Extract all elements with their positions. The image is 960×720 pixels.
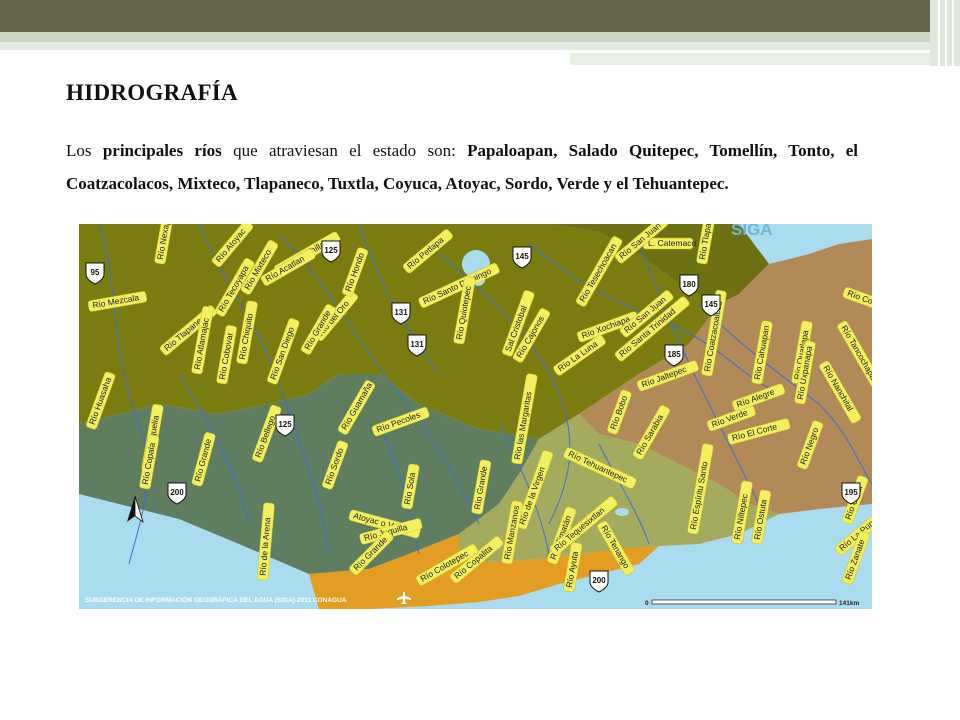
highway-shield-number: 125 (324, 246, 338, 255)
highway-shield-number: 195 (844, 488, 858, 497)
highway-shield-number: 185 (667, 350, 681, 359)
scale-bar (651, 599, 837, 605)
highway-shield-number: 95 (91, 268, 100, 277)
highway-shield-number: 145 (704, 300, 718, 309)
scale-start: 0 (645, 600, 649, 607)
map-credit: SUBGERENCIA DE INFORMACIÓN GEOGRÁFICA DE… (85, 595, 347, 604)
siga-watermark: SIGA (731, 224, 773, 239)
highway-shield-number: 200 (592, 576, 606, 585)
header-band-dark (0, 0, 960, 32)
highway-shield-number: 131 (410, 340, 424, 349)
lagoon (615, 508, 629, 516)
header-corner-stripes (930, 0, 960, 66)
highway-shield-number: 200 (170, 488, 184, 497)
hydrography-map: SUBGERENCIA DE INFORMACIÓN GEOGRÁFICA DE… (79, 224, 872, 609)
para-text-1: Los (66, 141, 103, 160)
highway-shield-number: 131 (394, 308, 408, 317)
slide-paragraph: Los principales ríos que atraviesan el e… (66, 134, 858, 200)
highway-shield-number: 180 (682, 280, 696, 289)
highway-shield-number: 125 (278, 420, 292, 429)
header-band-green (0, 32, 960, 42)
slide-title: HIDROGRAFÍA (66, 80, 238, 105)
lake-catemaco-label: L. Catemaco (642, 237, 696, 250)
highway-shield-number: 145 (515, 252, 529, 261)
svg-text:L. Catemaco: L. Catemaco (648, 238, 696, 248)
para-bold-1: principales ríos (102, 141, 222, 160)
map-svg: SUBGERENCIA DE INFORMACIÓN GEOGRÁFICA DE… (79, 224, 872, 609)
para-text-2: que atraviesan el estado son: (221, 141, 468, 160)
scale-end: 141km (839, 600, 859, 607)
header-band-pale (570, 53, 960, 65)
header-band-light (0, 42, 960, 50)
